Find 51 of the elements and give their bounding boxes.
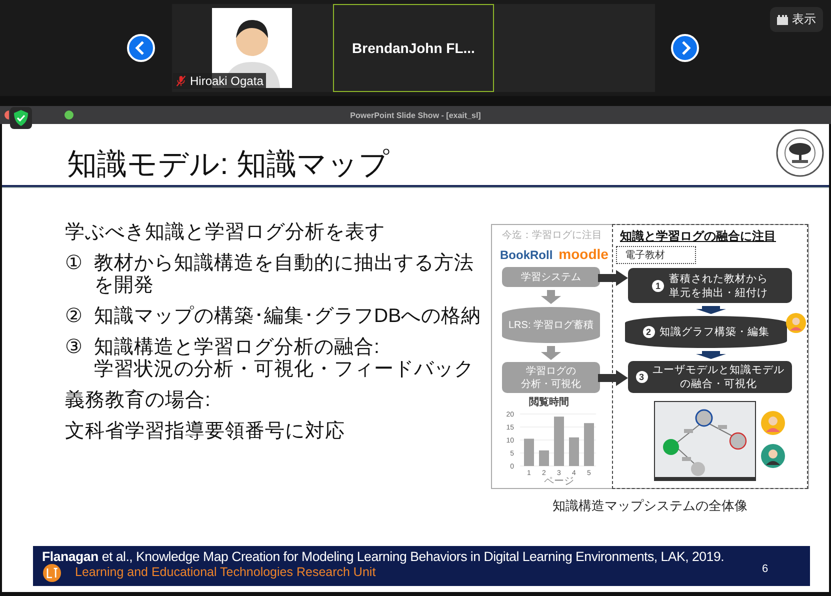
chart-bar <box>584 423 594 466</box>
view-button[interactable]: 表示 <box>770 7 823 32</box>
bullet-text: ① 教材から知識構造を自動的に抽出する方法 を開発 <box>65 252 475 296</box>
person-avatar <box>786 313 806 333</box>
down-arrow-icon <box>696 351 726 359</box>
down-arrow-icon <box>541 290 561 304</box>
window-title: PowerPoint Slide Show - [exait_sl] <box>350 110 481 120</box>
participant-name: BrendanJohn FL... <box>352 40 475 56</box>
chart-bar <box>554 416 564 466</box>
moodle-logo: moodle <box>558 246 608 262</box>
chart-bar <box>569 437 579 466</box>
seal-logo-icon <box>775 128 825 178</box>
person-avatar <box>761 411 785 435</box>
down-arrow-icon <box>696 306 726 314</box>
unit-logo-icon <box>43 564 61 582</box>
slide-title: 知識モデル: 知識マップ <box>67 147 390 183</box>
person-avatar <box>761 444 785 468</box>
axis-label: ページ <box>544 476 574 487</box>
bullet-text: ② 知識マップの構築･編集･グラフDBへの格納 <box>65 305 482 327</box>
step-text: 蓄積された教材から 単元を抽出・紐付け <box>669 272 768 300</box>
unit-name: Learning and Educational Technologies Research Unit <box>75 565 376 579</box>
flow-step: 学習システム <box>502 267 600 287</box>
step-number: 2 <box>642 326 654 338</box>
bullet-text: 文科省学習指導要領番号に対応 <box>65 420 346 442</box>
figure-caption: 知識構造マップシステムの全体像 <box>552 497 748 515</box>
previous-button[interactable] <box>127 34 155 62</box>
citation-text: Flanagan et al., Knowledge Map Creation for Modeling Learning Behaviors in Digital Learning Environments, LAK, 2019. <box>42 549 724 564</box>
down-arrow-icon <box>541 346 561 360</box>
bullet-text: 学ぶべき知識と学習ログ分析を表す <box>65 221 386 243</box>
flow-step: 学習ログの 分析・可視化 <box>502 362 600 393</box>
material-label: 電子教材 <box>616 246 696 264</box>
step-number: 3 <box>636 371 648 383</box>
step-text: 知識グラフ構築・編集 <box>660 325 770 339</box>
bookroll-logo: BookRoll <box>500 248 553 262</box>
panel-heading: 知識と学習ログの融合に注目 <box>620 228 776 245</box>
maximize-button-icon[interactable] <box>64 110 74 120</box>
chart-bar <box>524 438 534 466</box>
page-number: 6 <box>762 563 768 575</box>
panel-heading: 今迄：学習ログに注目 <box>502 228 602 242</box>
grid-icon <box>777 14 788 24</box>
flow-step: LRS: 学習ログ蓄積 <box>502 307 600 343</box>
next-button[interactable] <box>671 34 699 62</box>
chart-bar <box>539 450 549 466</box>
shield-icon[interactable] <box>10 107 32 129</box>
chart-title: 閲覧時間 <box>529 397 569 408</box>
close-button-icon[interactable] <box>4 110 9 120</box>
participant-name: Hiroaki Ogata <box>190 74 264 88</box>
step-number: 1 <box>652 280 664 292</box>
bullet-text: 義務教育の場合: <box>65 389 212 411</box>
step-text: ユーザモデルと知識モデル の融合・可視化 <box>652 363 784 391</box>
bullet-text: ③ 知識構造と学習ログ分析の融合: 学習状況の分析・可視化・フィードバック <box>65 336 475 380</box>
